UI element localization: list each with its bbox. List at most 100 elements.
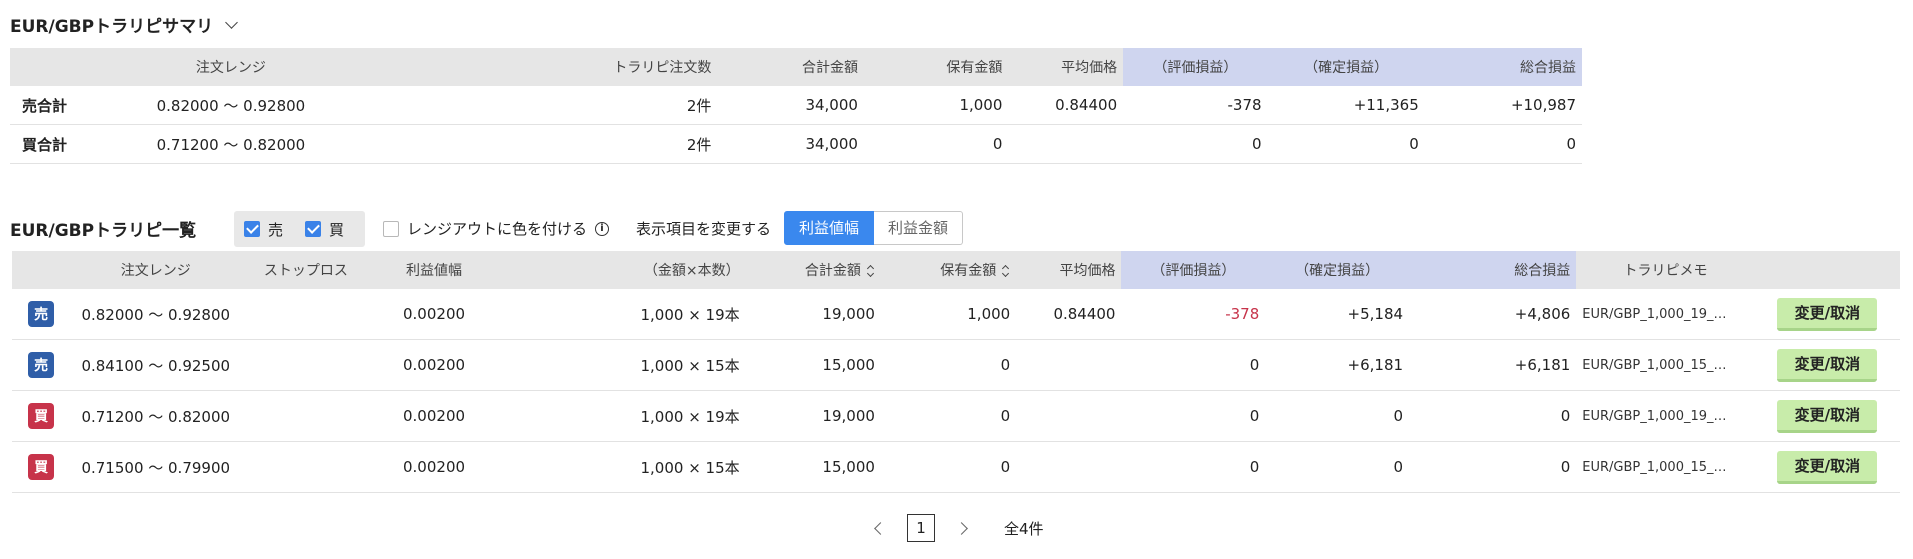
list-header-qty: （金額×本数） <box>497 251 746 289</box>
edit-cancel-button[interactable]: 変更/取消 <box>1777 450 1878 484</box>
range-out-color-checkbox[interactable] <box>383 220 399 237</box>
action-cell: 変更/取消 <box>1754 289 1900 340</box>
sell-badge: 売 <box>28 352 55 378</box>
list-header-profit-width: 利益値幅 <box>370 251 498 289</box>
list-header-total-text: 合計金額 <box>804 263 861 279</box>
list-header-realized: （確定損益） <box>1265 251 1410 289</box>
pnl-cell: 0 <box>1409 390 1577 442</box>
table-row: 売 0.84100 〜 0.92500 0.00200 1,000 × 15本 … <box>12 339 1900 391</box>
memo-text: EUR/GBP_1,000_15_2… <box>1582 358 1733 373</box>
realized-cell: +6,181 <box>1265 339 1410 391</box>
side-cell: 売 <box>12 339 71 391</box>
action-cell: 変更/取消 <box>1754 339 1900 391</box>
list-header-total[interactable]: 合計金額 <box>745 251 881 289</box>
chevron-left-icon[interactable] <box>874 521 887 535</box>
summary-label: 売合計 <box>10 86 119 125</box>
table-row: 買 0.71200 〜 0.82000 0.00200 1,000 × 19本 … <box>12 390 1900 442</box>
edit-cancel-button[interactable]: 変更/取消 <box>1777 399 1878 433</box>
summary-header-row: 注文レンジ トラリピ注文数 合計金額 保有金額 平均価格 （評価損益） （確定損… <box>10 48 1582 86</box>
list-header-range: 注文レンジ <box>70 251 242 289</box>
summary-header-pnl: 総合損益 <box>1424 48 1582 86</box>
holding-cell: 1,000 <box>880 289 1017 340</box>
pnl-cell: +6,181 <box>1409 339 1577 391</box>
list-header-stoploss: ストップロス <box>241 251 371 289</box>
pagination: 1 全4件 <box>874 514 1044 542</box>
sell-checkbox-label[interactable]: 売 <box>268 219 283 240</box>
qty-cell: 1,000 × 15本 <box>497 339 746 391</box>
summary-realized: 0 <box>1267 124 1425 164</box>
list-header-unrealized: （評価損益） <box>1121 251 1266 289</box>
buy-checkbox[interactable] <box>305 221 322 237</box>
summary-header-holding: 保有金額 <box>863 48 1009 86</box>
sell-checkbox[interactable] <box>244 221 260 237</box>
action-cell: 変更/取消 <box>1754 441 1900 493</box>
realized-cell: 0 <box>1265 441 1410 493</box>
chevron-down-icon[interactable] <box>225 15 238 29</box>
chevron-right-icon[interactable] <box>955 521 968 535</box>
summary-label: 買合計 <box>10 124 119 164</box>
holding-cell: 0 <box>880 441 1017 493</box>
range-cell: 0.82000 〜 0.92800 <box>70 289 242 340</box>
toggle-profit-amount[interactable]: 利益金額 <box>874 211 964 245</box>
page-button-current[interactable]: 1 <box>907 514 935 542</box>
summary-count: 2件 <box>343 124 718 164</box>
unrealized-cell: 0 <box>1121 390 1266 442</box>
side-cell: 買 <box>12 441 71 493</box>
memo-cell: EUR/GBP_1,000_15_2… <box>1576 441 1755 493</box>
side-filter: 売 買 <box>234 211 365 247</box>
total-count: 全4件 <box>1004 519 1044 538</box>
range-cell: 0.71200 〜 0.82000 <box>70 390 242 442</box>
range-out-color-label[interactable]: レンジアウトに色を付ける <box>407 218 587 239</box>
buy-checkbox-label[interactable]: 買 <box>329 219 344 240</box>
summary-total: 34,000 <box>717 124 864 164</box>
list-header-holding[interactable]: 保有金額 <box>880 251 1017 289</box>
summary-title[interactable]: EUR/GBPトラリピサマリ <box>10 12 238 37</box>
profit-width-cell: 0.00200 <box>370 390 498 442</box>
buy-badge: 買 <box>28 403 55 429</box>
sort-icon[interactable] <box>867 265 875 277</box>
unrealized-cell: 0 <box>1121 441 1266 493</box>
side-cell: 買 <box>12 390 71 442</box>
sell-badge: 売 <box>28 301 55 327</box>
sort-icon[interactable] <box>1002 265 1010 277</box>
range-cell: 0.71500 〜 0.79900 <box>70 441 242 493</box>
summary-range: 0.71200 〜 0.82000 <box>118 124 344 164</box>
summary-unrealized: -378 <box>1123 86 1268 125</box>
realized-cell: +5,184 <box>1265 289 1410 340</box>
summary-total: 34,000 <box>717 86 864 125</box>
qty-cell: 1,000 × 19本 <box>497 289 746 340</box>
list-header-avg: 平均価格 <box>1016 251 1122 289</box>
stoploss-cell <box>241 339 371 391</box>
info-icon[interactable]: i <box>595 221 610 236</box>
summary-header-count: トラリピ注文数 <box>343 48 718 86</box>
realized-cell: 0 <box>1265 390 1410 442</box>
holding-cell: 0 <box>880 390 1017 442</box>
profit-width-cell: 0.00200 <box>370 339 498 391</box>
range-cell: 0.84100 〜 0.92500 <box>70 339 242 391</box>
list-header-memo: トラリピメモ <box>1576 251 1755 289</box>
unrealized-cell: -378 <box>1121 289 1266 340</box>
memo-text: EUR/GBP_1,000_15_2… <box>1582 460 1733 475</box>
list-header-pnl: 総合損益 <box>1409 251 1577 289</box>
unrealized-cell: 0 <box>1121 339 1266 391</box>
edit-cancel-button[interactable]: 変更/取消 <box>1777 297 1878 331</box>
pnl-cell: 0 <box>1409 441 1577 493</box>
memo-text: EUR/GBP_1,000_19_2… <box>1582 307 1733 322</box>
memo-cell: EUR/GBP_1,000_19_2… <box>1576 390 1755 442</box>
total-cell: 15,000 <box>745 441 881 493</box>
pnl-cell: +4,806 <box>1409 289 1577 340</box>
summary-holding: 1,000 <box>863 86 1009 125</box>
list-header-row: 注文レンジ ストップロス 利益値幅 （金額×本数） 合計金額 保有金額 平均価格… <box>12 251 1900 289</box>
toggle-profit-width[interactable]: 利益値幅 <box>784 211 875 245</box>
table-row: 売 0.82000 〜 0.92800 0.00200 1,000 × 19本 … <box>12 289 1900 340</box>
summary-table: 注文レンジ トラリピ注文数 合計金額 保有金額 平均価格 （評価損益） （確定損… <box>10 48 1582 164</box>
profit-width-cell: 0.00200 <box>370 441 498 493</box>
list-header-blank <box>12 251 71 289</box>
edit-cancel-button[interactable]: 変更/取消 <box>1777 348 1878 382</box>
summary-header-avg: 平均価格 <box>1008 48 1124 86</box>
buy-badge: 買 <box>28 454 55 480</box>
avg-cell <box>1016 441 1122 493</box>
table-row: 買 0.71500 〜 0.79900 0.00200 1,000 × 15本 … <box>12 441 1900 493</box>
summary-header-unrealized: （評価損益） <box>1123 48 1268 86</box>
list-title: EUR/GBPトラリピ一覧 <box>10 221 197 241</box>
